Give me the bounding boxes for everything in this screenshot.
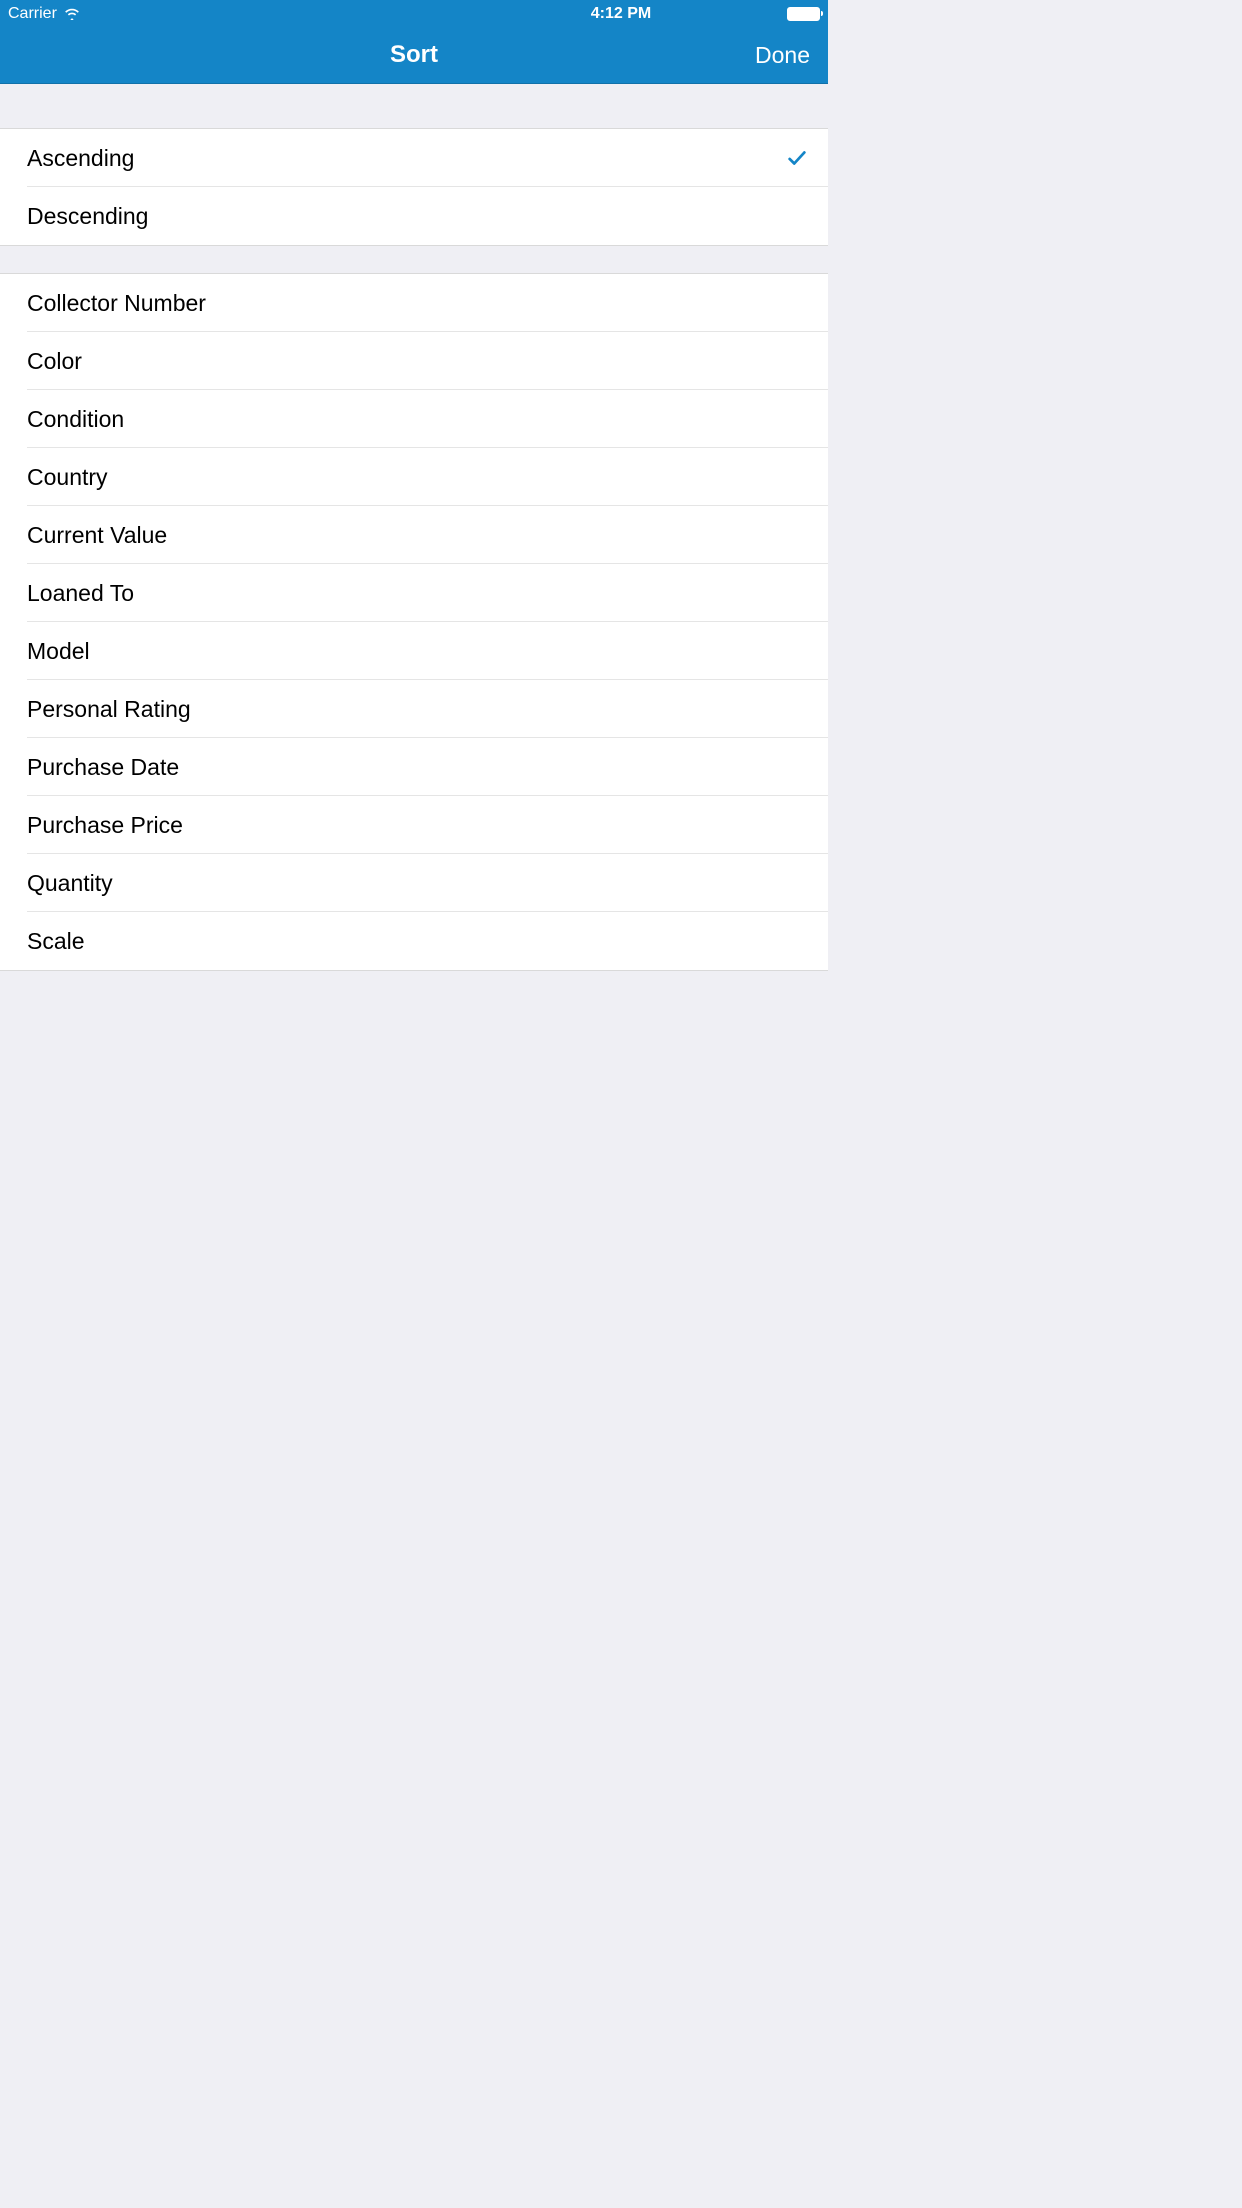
- status-left: Carrier: [8, 5, 81, 23]
- battery-icon: [787, 7, 820, 21]
- list-label: Personal Rating: [27, 696, 191, 723]
- done-button[interactable]: Done: [755, 42, 810, 69]
- nav-title: Sort: [390, 41, 438, 69]
- sort-field-purchase-date[interactable]: Purchase Date: [0, 738, 828, 796]
- list-label: Loaned To: [27, 580, 134, 607]
- status-bar: Carrier 4:12 PM: [0, 0, 828, 27]
- sort-field-country[interactable]: Country: [0, 448, 828, 506]
- sort-field-scale[interactable]: Scale: [0, 912, 828, 970]
- sort-field-personal-rating[interactable]: Personal Rating: [0, 680, 828, 738]
- carrier-label: Carrier: [8, 5, 57, 23]
- list-label: Purchase Price: [27, 812, 183, 839]
- sort-field-purchase-price[interactable]: Purchase Price: [0, 796, 828, 854]
- nav-bar: Sort Done: [0, 27, 828, 84]
- list-label: Descending: [27, 203, 148, 230]
- sort-field-quantity[interactable]: Quantity: [0, 854, 828, 912]
- status-right: [787, 7, 820, 21]
- list-label: Quantity: [27, 870, 113, 897]
- list-label: Scale: [27, 928, 85, 955]
- sort-direction-descending[interactable]: Descending: [0, 187, 828, 245]
- sort-direction-ascending[interactable]: Ascending: [0, 129, 828, 187]
- status-time: 4:12 PM: [591, 5, 651, 23]
- sort-field-loaned-to[interactable]: Loaned To: [0, 564, 828, 622]
- wifi-icon: [63, 7, 81, 20]
- list-label: Ascending: [27, 145, 134, 172]
- section-gap: [0, 84, 828, 128]
- sort-field-condition[interactable]: Condition: [0, 390, 828, 448]
- list-label: Color: [27, 348, 82, 375]
- list-label: Current Value: [27, 522, 167, 549]
- sort-field-collector-number[interactable]: Collector Number: [0, 274, 828, 332]
- section-gap: [0, 246, 828, 273]
- list-label: Condition: [27, 406, 124, 433]
- sort-field-color[interactable]: Color: [0, 332, 828, 390]
- sort-field-current-value[interactable]: Current Value: [0, 506, 828, 564]
- list-label: Model: [27, 638, 90, 665]
- sort-field-model[interactable]: Model: [0, 622, 828, 680]
- list-label: Purchase Date: [27, 754, 179, 781]
- sort-direction-list: Ascending Descending: [0, 128, 828, 246]
- checkmark-icon: [786, 147, 808, 169]
- list-label: Collector Number: [27, 290, 206, 317]
- sort-field-list: Collector Number Color Condition Country…: [0, 273, 828, 971]
- list-label: Country: [27, 464, 108, 491]
- content-scroll[interactable]: Ascending Descending Collector Number Co…: [0, 84, 828, 1472]
